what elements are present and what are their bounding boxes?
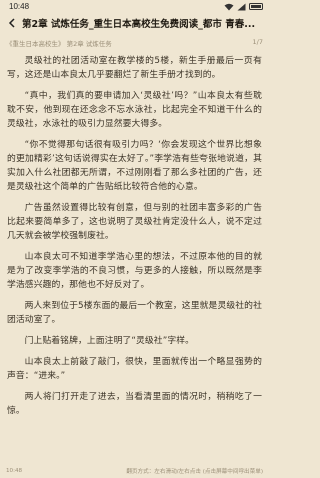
footer-time: 10:48 (6, 467, 23, 474)
paragraph: 两人来到位于5楼东面的最后一个教室，这里就是灵级社的社团活动室了。 (7, 301, 262, 325)
breadcrumb: 《重生日本高校生》 第2章 试炼任务 (6, 40, 112, 48)
reader-footer: 10:48 翻页方式：左右滑动/左右点击 (点击屏幕中间呼出菜单) (0, 465, 269, 476)
status-bar: 10:48 (0, 0, 269, 13)
status-time: 10:48 (9, 2, 30, 11)
page-turn-hint: 翻页方式：左右滑动/左右点击 (点击屏幕中间呼出菜单) (126, 468, 263, 475)
title-bar: 第2章 试炼任务_重生日本高校生免费阅读_都市 青春... (0, 13, 269, 32)
page-indicator: 1/7 (252, 38, 263, 46)
paragraph: “你不觉得那句话很有吸引力吗？‘你会发现这个世界比想象的更加精彩’这句话说得实在… (7, 140, 262, 192)
paragraph: 广告虽然设置得比较有创意，但与别的社团丰富多彩的广告比起来要简单多了，这也说明了… (7, 203, 262, 241)
page-title: 第2章 试炼任务_重生日本高校生免费阅读_都市 青春... (22, 18, 256, 30)
wifi-icon (224, 3, 234, 11)
back-arrow-icon[interactable] (6, 17, 18, 29)
paragraph: 山本良太上前敲了敲门，很快，里面就传出一个略显强势的声音：“进来。” (7, 357, 262, 381)
signal-icon (237, 3, 246, 11)
paragraph: 灵级社的社团活动室在教学楼的5楼，新生手册最后一页有写，这还是山本良太几乎要翻烂… (7, 56, 262, 80)
battery-icon (249, 3, 263, 10)
status-icons (224, 3, 263, 11)
reader-sub-header: 《重生日本高校生》 第2章 试炼任务 1/7 (0, 38, 269, 49)
chapter-content[interactable]: 灵级社的社团活动室在教学楼的5楼，新生手册最后一页有写，这还是山本良太几乎要翻烂… (7, 54, 262, 462)
paragraph: 两人将门打开走了进去，当看清里面的情况时，稍稍吃了一惊。 (7, 392, 262, 416)
paragraph: 门上贴着铭牌，上面注明了“灵级社”字样。 (24, 336, 195, 346)
paragraph: “真中，我们真的要申请加入‘灵级社’吗？”山本良太有些耽耽不安，他到现在还念念不… (7, 91, 262, 129)
paragraph: 山本良太可不知道李学浩心里的想法，不过原本他的目的就是为了改变李学浩的不良习惯，… (7, 252, 262, 290)
